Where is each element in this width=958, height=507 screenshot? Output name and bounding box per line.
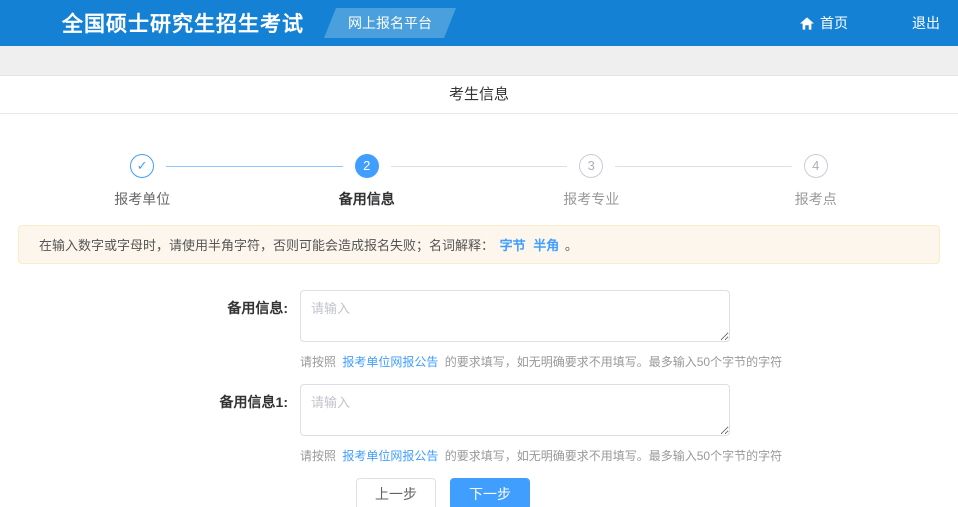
platform-badge: 网上报名平台 <box>324 8 456 38</box>
step-number: 2 <box>354 154 379 178</box>
step-label: 报考单位 <box>114 191 171 207</box>
backup-info-textarea[interactable] <box>300 290 730 342</box>
byte-term-link[interactable]: 字节 <box>500 238 526 253</box>
backup-info1-row: 备用信息1: 请按照 报考单位网报公告 的要求填写，如无明确要求不用填写。最多输… <box>0 384 958 464</box>
step-number: 3 <box>579 154 604 178</box>
step-application-major[interactable]: 3 报考专业 <box>479 154 792 209</box>
step-application-unit[interactable]: ✓ 报考单位 <box>30 154 343 209</box>
notice-suffix: 。 <box>564 238 578 253</box>
top-header: 全国硕士研究生招生考试 网上报名平台 首页 退出 <box>0 0 958 46</box>
candidate-info-form: 备用信息: 请按照 报考单位网报公告 的要求填写，如无明确要求不用填写。最多输入… <box>0 290 958 507</box>
help-prefix: 请按照 <box>300 355 337 369</box>
backup-info-row: 备用信息: 请按照 报考单位网报公告 的要求填写，如无明确要求不用填写。最多输入… <box>0 290 958 370</box>
backup-info-label: 备用信息: <box>227 300 288 316</box>
site-title: 全国硕士研究生招生考试 <box>62 13 304 36</box>
unit-announcement-link[interactable]: 报考单位网报公告 <box>342 449 438 463</box>
home-link[interactable]: 首页 <box>800 13 848 33</box>
stepper: ✓ 报考单位 2 备用信息 3 报考专业 4 报考点 <box>0 114 958 209</box>
backup-info1-field: 请按照 报考单位网报公告 的要求填写，如无明确要求不用填写。最多输入50个字节的… <box>300 384 782 464</box>
backup-info1-help: 请按照 报考单位网报公告 的要求填写，如无明确要求不用填写。最多输入50个字节的… <box>300 447 782 464</box>
backup-info1-textarea[interactable] <box>300 384 730 436</box>
page-title: 考生信息 <box>448 86 509 103</box>
halfwidth-term-link[interactable]: 半角 <box>533 238 559 253</box>
backup-info1-label: 备用信息1: <box>219 394 288 410</box>
app-window: 全国硕士研究生招生考试 网上报名平台 首页 退出 考生信息 ✓ 报考单位 2 备… <box>0 0 958 507</box>
home-icon <box>800 16 814 30</box>
header-actions: 首页 退出 <box>800 13 944 33</box>
previous-step-button[interactable]: 上一步 <box>356 478 436 507</box>
notice-text: 在输入数字或字母时，请使用半角字符，否则可能会造成报名失败；名词解释： <box>39 238 495 253</box>
backup-info-field: 请按照 报考单位网报公告 的要求填写，如无明确要求不用填写。最多输入50个字节的… <box>300 290 782 370</box>
step-label: 报考点 <box>794 191 837 207</box>
logout-link[interactable]: 退出 <box>912 13 940 33</box>
home-label: 首页 <box>820 15 848 31</box>
help-suffix: 的要求填写，如无明确要求不用填写。最多输入50个字节的字符 <box>444 355 783 369</box>
step-number: 4 <box>803 154 828 178</box>
brand: 全国硕士研究生招生考试 网上报名平台 <box>14 8 456 38</box>
step-exam-site[interactable]: 4 报考点 <box>704 154 929 209</box>
notice-banner: 在输入数字或字母时，请使用半角字符，否则可能会造成报名失败；名词解释： 字节 半… <box>18 225 940 264</box>
unit-announcement-link[interactable]: 报考单位网报公告 <box>342 355 438 369</box>
step-backup-info[interactable]: 2 备用信息 <box>255 154 567 209</box>
section-title-bar: 考生信息 <box>0 76 958 114</box>
backup-info-help: 请按照 报考单位网报公告 的要求填写，如无明确要求不用填写。最多输入50个字节的… <box>300 353 782 370</box>
form-buttons: 上一步 下一步 <box>356 478 958 507</box>
help-prefix: 请按照 <box>300 449 337 463</box>
step-label: 备用信息 <box>338 191 395 207</box>
spacer-band <box>0 46 958 76</box>
step-label: 报考专业 <box>563 191 620 207</box>
help-suffix: 的要求填写，如无明确要求不用填写。最多输入50个字节的字符 <box>444 449 783 463</box>
next-step-button[interactable]: 下一步 <box>450 478 530 507</box>
step-check-icon: ✓ <box>130 154 155 178</box>
